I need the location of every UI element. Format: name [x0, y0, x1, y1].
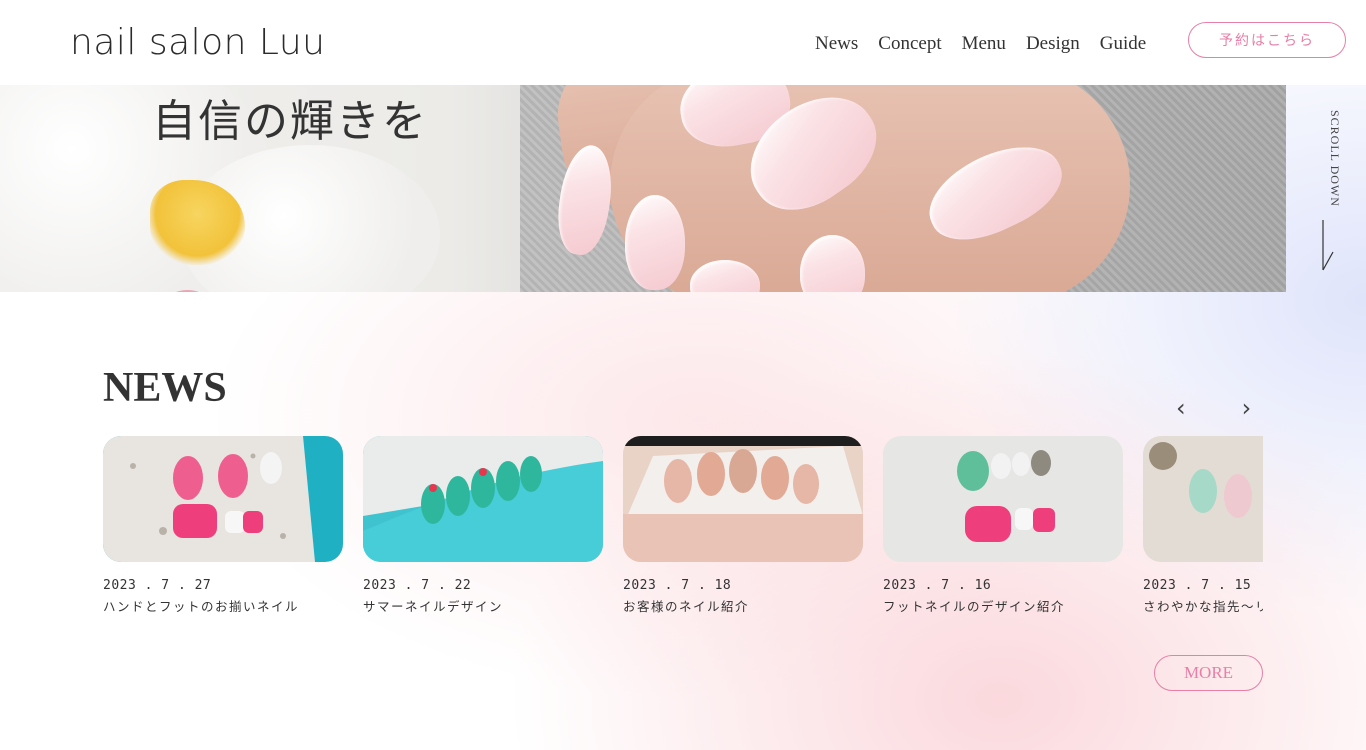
- news-thumbnail[interactable]: [1143, 436, 1263, 562]
- news-card[interactable]: 2023 . 7 . 22 サマーネイルデザイン: [363, 436, 603, 615]
- news-date: 2023 . 7 . 15: [1143, 578, 1252, 593]
- nav-news[interactable]: News: [815, 33, 858, 55]
- news-card[interactable]: 2023 . 7 . 18 お客様のネイル紹介: [623, 436, 863, 615]
- news-date: 2023 . 7 . 18: [623, 578, 732, 593]
- main-nav: News Concept Menu Design Guide: [815, 33, 1146, 55]
- news-caption[interactable]: ハンドとフットのお揃いネイル: [103, 596, 343, 615]
- site-header: nail salon Luu News Concept Menu Design …: [0, 0, 1366, 85]
- news-caption[interactable]: サマーネイルデザイン: [363, 596, 603, 615]
- chevron-right-icon[interactable]: ›: [1242, 396, 1252, 420]
- nav-menu[interactable]: Menu: [962, 33, 1006, 55]
- nav-guide[interactable]: Guide: [1100, 33, 1146, 55]
- news-thumbnail[interactable]: [623, 436, 863, 562]
- news-card[interactable]: 2023 . 7 . 16 フットネイルのデザイン紹介: [883, 436, 1123, 615]
- chevron-left-icon[interactable]: ‹: [1176, 396, 1186, 420]
- news-heading: NEWS: [103, 365, 227, 411]
- reserve-button[interactable]: 予約はこちら: [1188, 22, 1346, 58]
- news-card[interactable]: 2023 . 7 . 15 さわやかな指先～リ: [1143, 436, 1263, 615]
- news-date: 2023 . 7 . 22: [363, 578, 472, 593]
- news-slider: 2023 . 7 . 27 ハンドとフットのお揃いネイル 2023 . 7 . …: [103, 436, 1263, 626]
- hero-heading: 自信の輝きを: [152, 96, 428, 147]
- nav-design[interactable]: Design: [1026, 33, 1080, 55]
- nail: [625, 195, 685, 290]
- scroll-down-label[interactable]: SCROLL DOWN: [1312, 110, 1342, 207]
- news-thumbnail[interactable]: [103, 436, 343, 562]
- news-caption[interactable]: フットネイルのデザイン紹介: [883, 596, 1123, 615]
- news-caption[interactable]: お客様のネイル紹介: [623, 596, 863, 615]
- site-logo[interactable]: nail salon Luu: [70, 22, 325, 63]
- news-thumbnail[interactable]: [363, 436, 603, 562]
- news-thumbnail[interactable]: [883, 436, 1123, 562]
- news-date: 2023 . 7 . 27: [103, 578, 212, 593]
- more-button[interactable]: MORE: [1154, 655, 1263, 691]
- hero-image: 自信の輝きを: [0, 85, 1286, 292]
- nav-concept[interactable]: Concept: [878, 33, 941, 55]
- news-date: 2023 . 7 . 16: [883, 578, 992, 593]
- scroll-arrow-icon[interactable]: [1318, 220, 1338, 272]
- news-card[interactable]: 2023 . 7 . 27 ハンドとフットのお揃いネイル: [103, 436, 343, 615]
- slider-controls: ‹ ›: [1176, 396, 1252, 420]
- news-caption[interactable]: さわやかな指先～リ: [1143, 596, 1263, 615]
